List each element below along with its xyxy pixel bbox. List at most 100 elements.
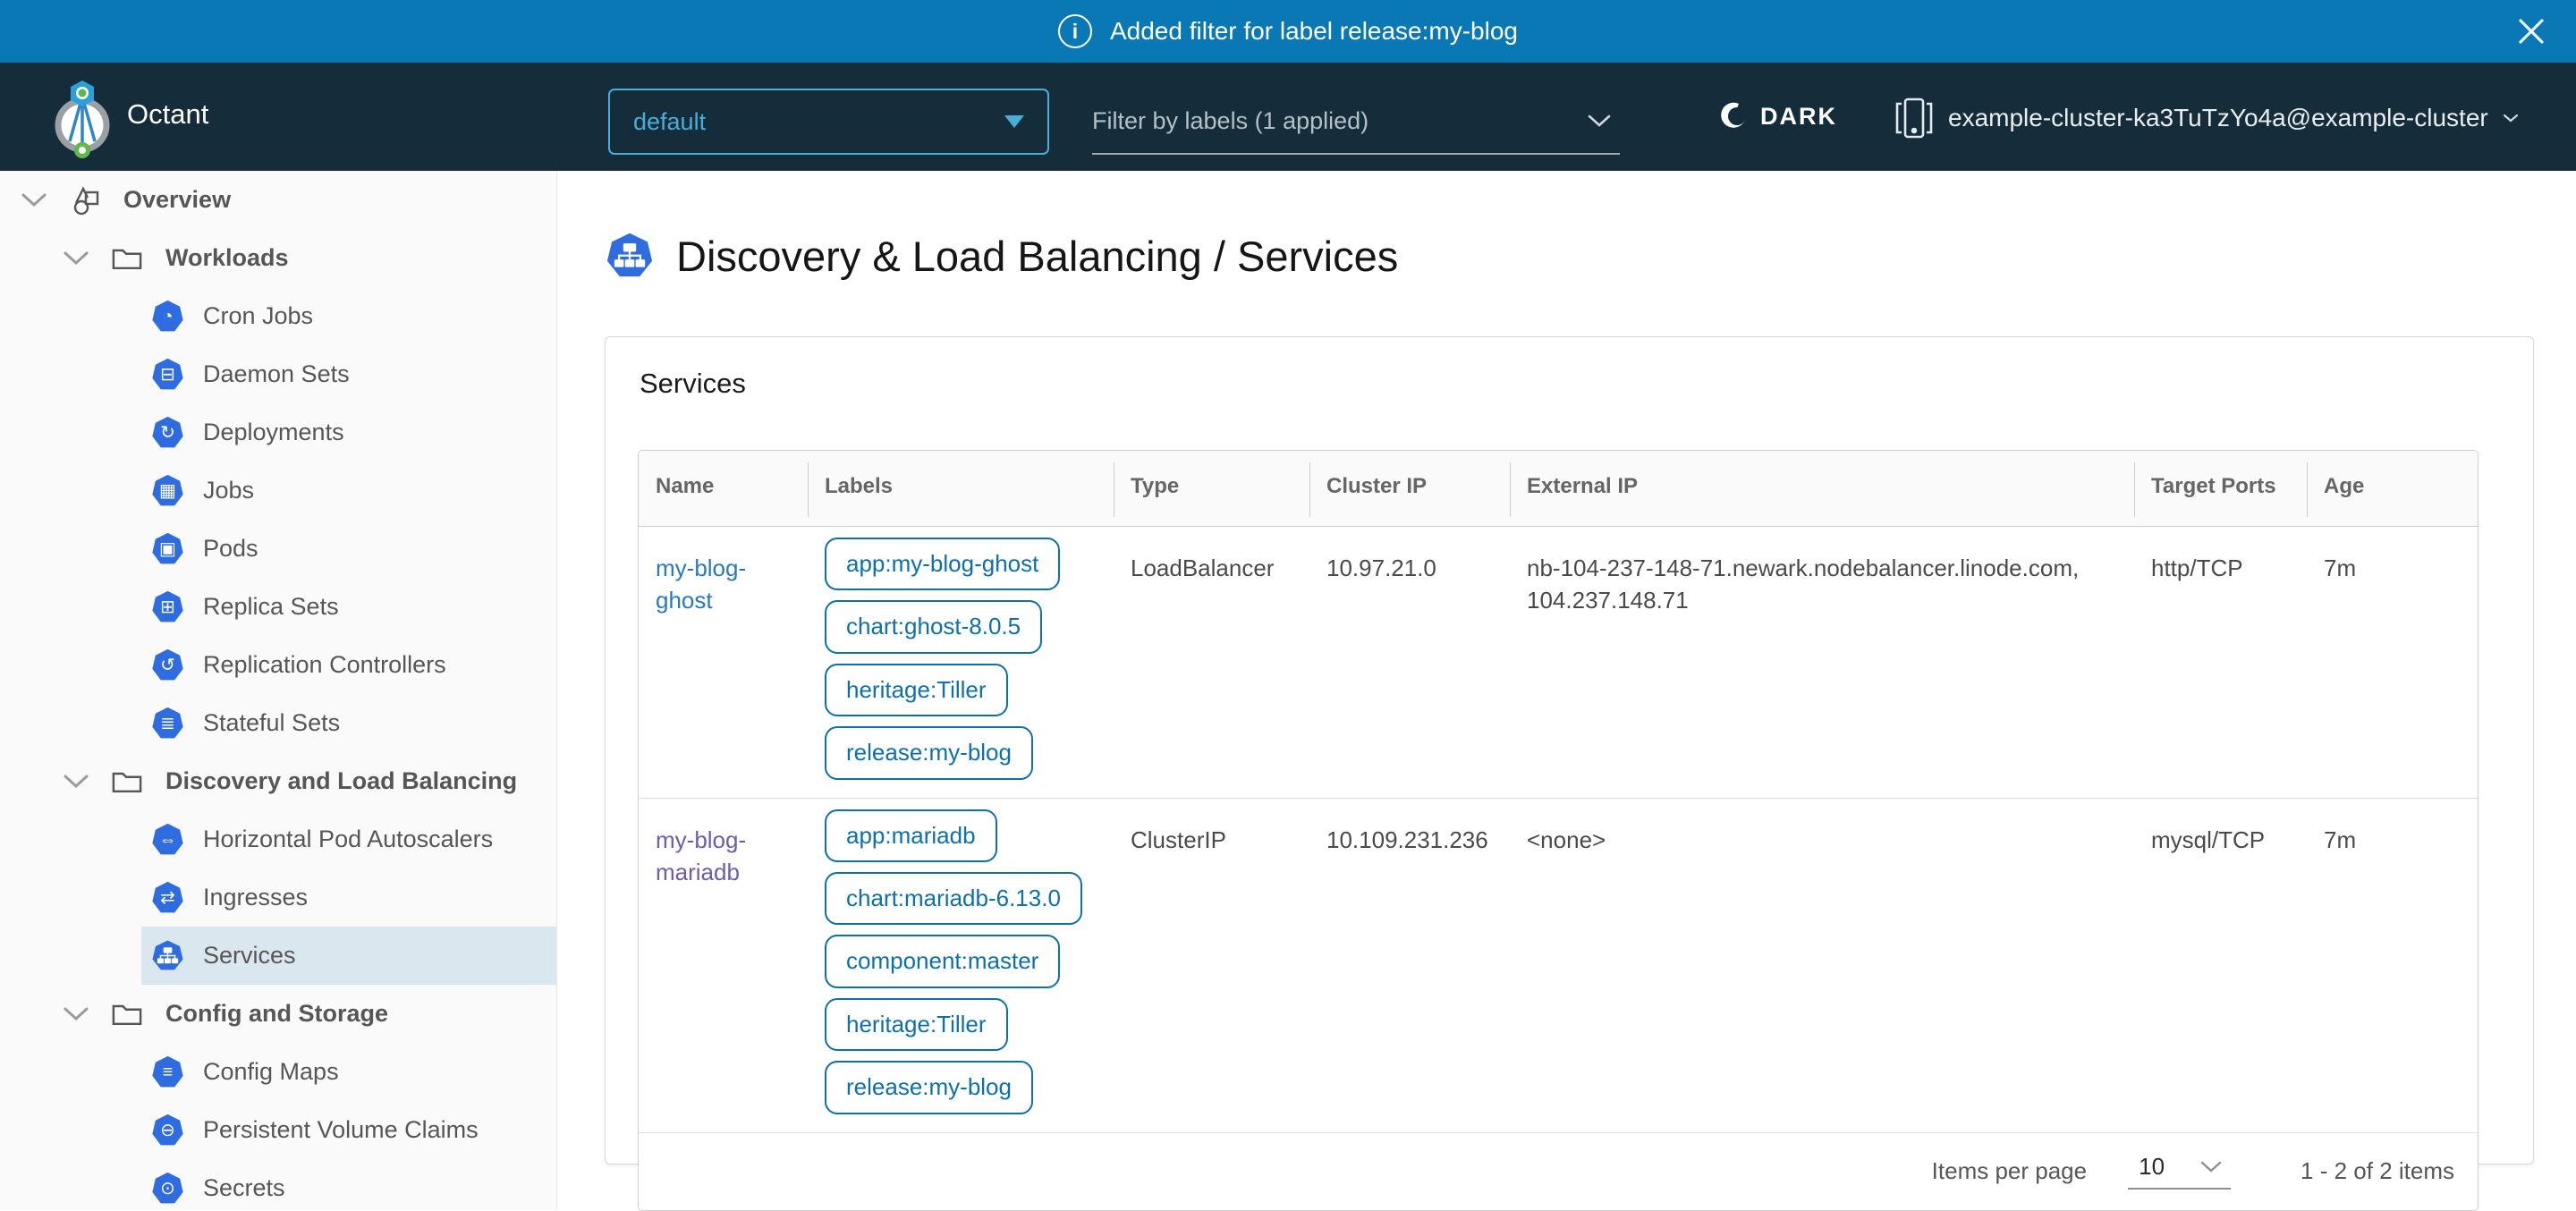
theme-toggle-label: DARK	[1760, 103, 1837, 131]
theme-toggle[interactable]: DARK	[1719, 102, 1837, 131]
column-header-type[interactable]: Type	[1114, 451, 1309, 526]
column-header-external-ip[interactable]: External IP	[1510, 451, 2134, 526]
pagination-range: 1 - 2 of 2 items	[2301, 1157, 2454, 1185]
sidebar-item-label: Services	[203, 942, 296, 970]
sidebar-item-secrets[interactable]: ⊙ Secrets	[0, 1159, 556, 1210]
service-icon	[152, 940, 183, 972]
sidebar-item-ingresses[interactable]: ⇄ Ingresses	[0, 868, 556, 927]
sidebar-item-workloads[interactable]: Workloads	[0, 229, 556, 287]
caret-down-icon	[1004, 115, 1024, 128]
cell-age: 7m	[2307, 799, 2478, 1132]
sidebar-item-pods[interactable]: ▣ Pods	[0, 520, 556, 578]
services-table: Name Labels Type Cluster IP External IP …	[638, 450, 2479, 1211]
chevron-down-icon[interactable]	[64, 775, 90, 788]
cell-name: my-blog-ghost	[639, 527, 808, 798]
chevron-down-icon	[2503, 114, 2519, 123]
sidebar-item-stateful-sets[interactable]: ≣ Stateful Sets	[0, 694, 556, 752]
sidebar-item-replication-controllers[interactable]: ↺ Replication Controllers	[0, 636, 556, 694]
moon-icon	[1719, 102, 1748, 131]
cell-age: 7m	[2307, 527, 2478, 798]
label-chip[interactable]: component:master	[825, 935, 1060, 987]
label-chip[interactable]: heritage:Tiller	[825, 998, 1008, 1051]
secret-icon: ⊙	[152, 1173, 183, 1205]
chevron-down-icon[interactable]	[64, 251, 90, 265]
statefulset-icon: ≣	[152, 707, 183, 740]
cell-labels: app:mariadb chart:mariadb-6.13.0 compone…	[808, 799, 1114, 1132]
cell-type: LoadBalancer	[1114, 527, 1309, 798]
app-header: Octant default Filter by labels (1 appli…	[0, 63, 2576, 171]
sidebar-item-label: Horizontal Pod Autoscalers	[203, 826, 493, 853]
cell-target-ports: http/TCP	[2134, 527, 2307, 798]
service-link[interactable]: my-blog-ghost	[656, 555, 746, 614]
sidebar-item-label: Config and Storage	[165, 1000, 388, 1028]
column-header-age[interactable]: Age	[2307, 451, 2478, 526]
sidebar-item-cron-jobs[interactable]: ◔ Cron Jobs	[0, 287, 556, 345]
folder-icon	[112, 1001, 144, 1027]
items-per-page-label: Items per page	[1932, 1157, 2087, 1185]
chevron-down-icon[interactable]	[64, 1007, 90, 1020]
cell-name: my-blog-mariadb	[639, 799, 808, 1132]
service-icon	[606, 233, 653, 280]
octant-logo-icon	[52, 75, 114, 161]
ingress-icon: ⇄	[152, 882, 183, 914]
sidebar-item-config-and-storage[interactable]: Config and Storage	[0, 985, 556, 1043]
sidebar-item-config-maps[interactable]: ≡ Config Maps	[0, 1043, 556, 1101]
column-header-name[interactable]: Name	[639, 451, 808, 526]
sidebar-item-label: Overview	[123, 186, 231, 214]
label-chip[interactable]: release:my-blog	[825, 1061, 1033, 1114]
label-filter-dropdown[interactable]: Filter by labels (1 applied)	[1092, 89, 1620, 155]
cluster-name: example-cluster-ka3TuTzYo4a@example-clus…	[1948, 104, 2488, 132]
table-body: my-blog-ghost app:my-blog-ghost chart:gh…	[639, 527, 2478, 1132]
label-chip[interactable]: app:mariadb	[825, 809, 997, 862]
close-icon[interactable]	[2515, 15, 2547, 47]
cell-type: ClusterIP	[1114, 799, 1309, 1132]
main-content: Discovery & Load Balancing / Services Se…	[558, 171, 2576, 1210]
cluster-selector[interactable]: example-cluster-ka3TuTzYo4a@example-clus…	[1894, 97, 2519, 140]
page-title: Discovery & Load Balancing / Services	[676, 232, 1398, 281]
hpa-icon: ⇔	[152, 824, 183, 856]
label-chip[interactable]: release:my-blog	[825, 726, 1033, 779]
sidebar-item-label: Config Maps	[203, 1058, 339, 1086]
label-chip[interactable]: chart:mariadb-6.13.0	[825, 872, 1082, 925]
app-title: Octant	[127, 98, 208, 131]
deployment-icon: ↻	[152, 417, 183, 449]
items-per-page-select[interactable]: 10	[2128, 1153, 2231, 1190]
label-chip[interactable]: app:my-blog-ghost	[825, 538, 1060, 590]
sidebar-item-discovery-and-load-balancing[interactable]: Discovery and Load Balancing	[0, 752, 556, 810]
sidebar-item-replica-sets[interactable]: ⊞ Replica Sets	[0, 578, 556, 636]
label-chip[interactable]: chart:ghost-8.0.5	[825, 600, 1042, 653]
items-per-page-value: 10	[2139, 1153, 2165, 1181]
namespace-dropdown[interactable]: default	[608, 89, 1049, 155]
notification-message: Added filter for label release:my-blog	[1110, 17, 1518, 46]
pod-icon: ▣	[152, 533, 183, 565]
sidebar-item-persistent-volume-claims[interactable]: ⊖ Persistent Volume Claims	[0, 1101, 556, 1159]
column-header-labels[interactable]: Labels	[808, 451, 1114, 526]
sidebar-nav: Overview Workloads ◔ Cron Jobs ⊟ Daemon …	[0, 171, 557, 1210]
cell-labels: app:my-blog-ghost chart:ghost-8.0.5 heri…	[808, 527, 1114, 798]
services-card: Services Name Labels Type Cluster IP Ext…	[605, 336, 2534, 1164]
sidebar-item-services[interactable]: Services	[0, 927, 556, 985]
sidebar-item-daemon-sets[interactable]: ⊟ Daemon Sets	[0, 345, 556, 403]
sidebar-item-deployments[interactable]: ↻ Deployments	[0, 403, 556, 462]
cell-target-ports: mysql/TCP	[2134, 799, 2307, 1132]
label-chip[interactable]: heritage:Tiller	[825, 664, 1008, 716]
cell-cluster-ip: 10.97.21.0	[1309, 527, 1510, 798]
chevron-down-icon[interactable]	[21, 193, 48, 207]
sidebar-item-label: Workloads	[165, 244, 289, 272]
sidebar-item-label: Replication Controllers	[203, 651, 446, 679]
sidebar-item-jobs[interactable]: ▦ Jobs	[0, 462, 556, 520]
sidebar-item-label: Cron Jobs	[203, 302, 313, 330]
cluster-icon	[1894, 97, 1934, 140]
sidebar-item-overview[interactable]: Overview	[0, 171, 556, 229]
sidebar-item-horizontal-pod-autoscalers[interactable]: ⇔ Horizontal Pod Autoscalers	[0, 810, 556, 868]
objects-icon	[70, 184, 102, 216]
column-header-cluster-ip[interactable]: Cluster IP	[1309, 451, 1510, 526]
service-link[interactable]: my-blog-mariadb	[656, 826, 746, 885]
cell-external-ip: <none>	[1510, 799, 2134, 1132]
chevron-down-icon	[1588, 114, 1611, 127]
sidebar-item-label: Jobs	[203, 477, 254, 504]
column-header-target-ports[interactable]: Target Ports	[2134, 451, 2307, 526]
cell-cluster-ip: 10.109.231.236	[1309, 799, 1510, 1132]
daemonset-icon: ⊟	[152, 359, 183, 391]
sidebar-item-label: Secrets	[203, 1174, 285, 1202]
